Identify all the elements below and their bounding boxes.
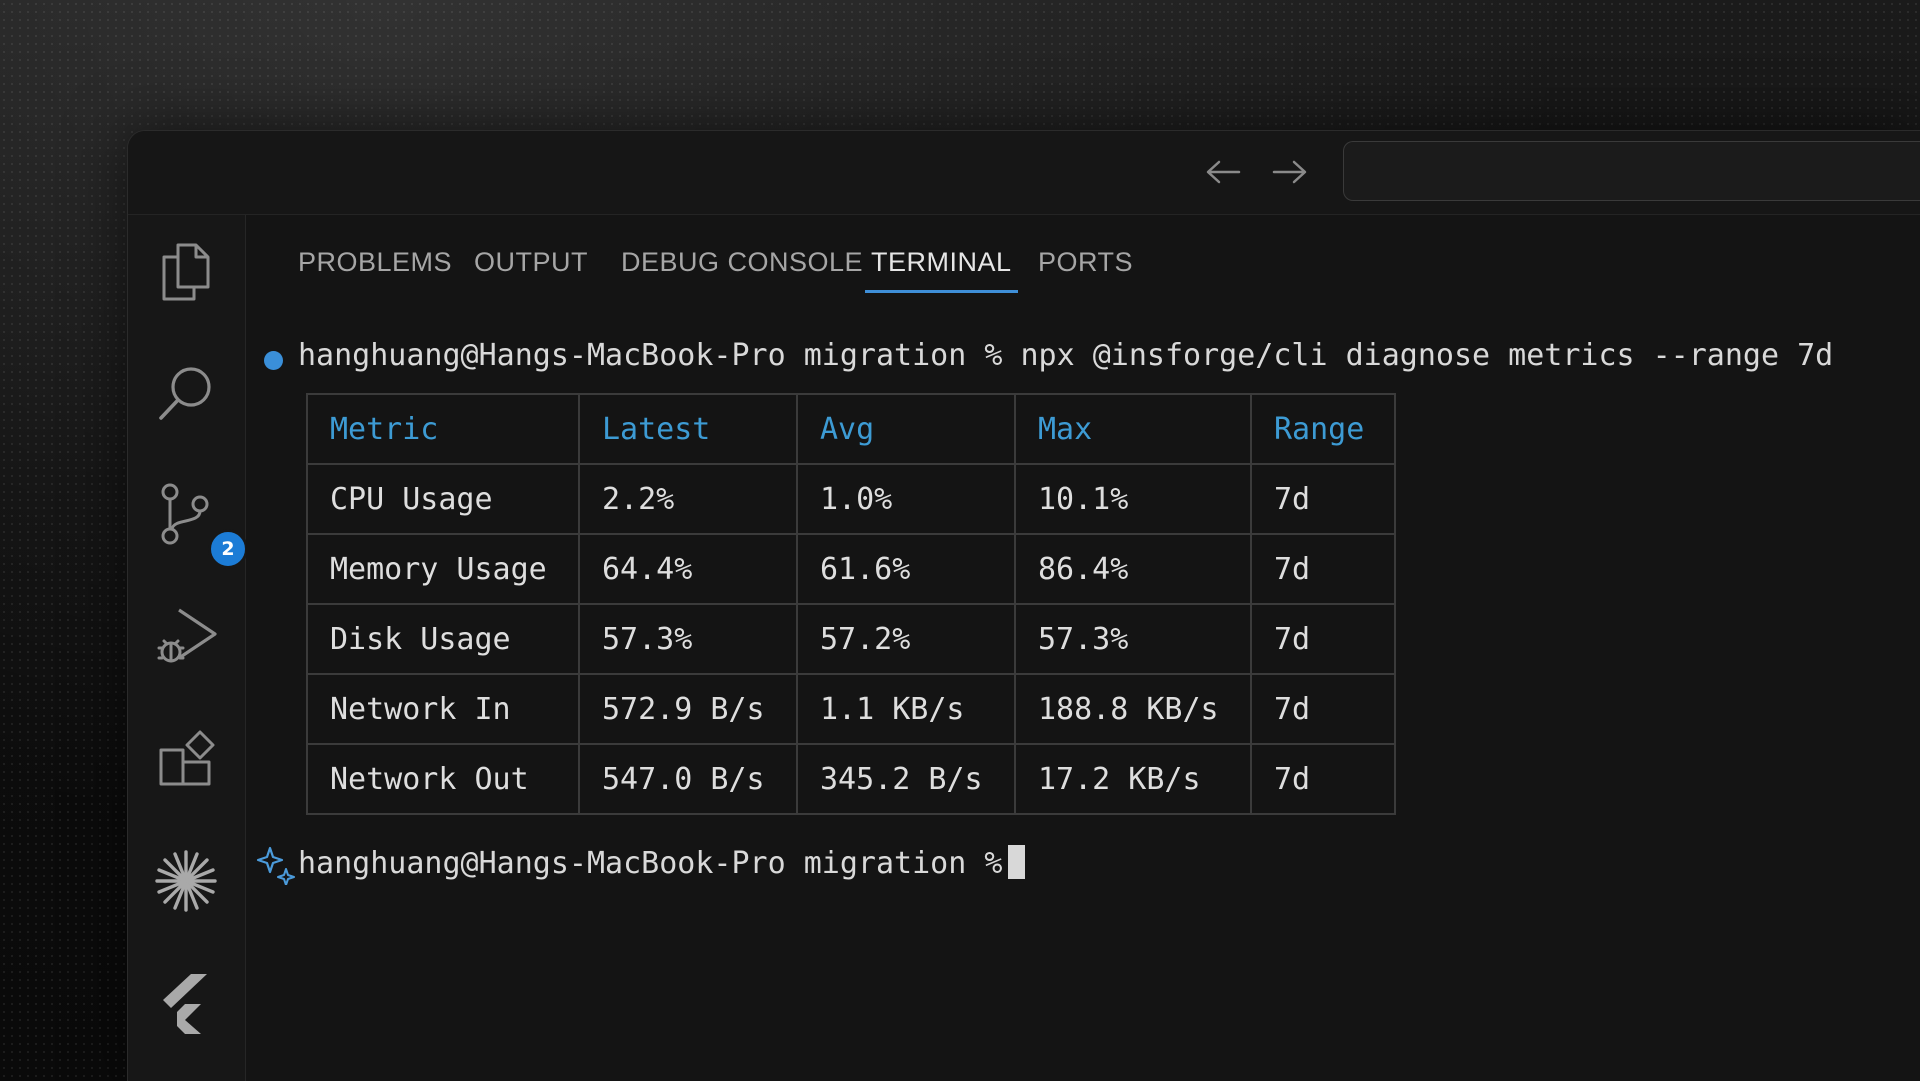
- column-header-avg: Avg: [797, 394, 1015, 464]
- terminal-prompt: hanghuang@Hangs-MacBook-Pro migration %: [298, 846, 1002, 881]
- forward-button[interactable]: [1265, 147, 1315, 197]
- terminal-prompt: hanghuang@Hangs-MacBook-Pro migration %: [298, 338, 1002, 373]
- source-control-badge: 2: [208, 529, 248, 569]
- search-button[interactable]: [150, 357, 222, 429]
- tab-ports[interactable]: PORTS: [1038, 247, 1133, 297]
- table-cell: 1.1 KB/s: [797, 674, 1015, 744]
- sparkle-burst-icon: [153, 848, 219, 914]
- run-debug-button[interactable]: [150, 601, 222, 673]
- table-cell: Network Out: [307, 744, 579, 814]
- table-cell: 7d: [1251, 674, 1395, 744]
- tab-problems[interactable]: PROBLEMS: [298, 247, 452, 297]
- explorer-button[interactable]: [150, 235, 222, 307]
- table-cell: 572.9 B/s: [579, 674, 797, 744]
- table-cell: 7d: [1251, 534, 1395, 604]
- source-control-icon: [154, 480, 218, 550]
- source-control-button[interactable]: 2: [150, 479, 222, 551]
- terminal-command: npx @insforge/cli diagnose metrics --ran…: [1020, 338, 1833, 373]
- table-cell: 57.3%: [579, 604, 797, 674]
- tab-debug-console[interactable]: DEBUG CONSOLE: [621, 247, 863, 297]
- table-cell: Memory Usage: [307, 534, 579, 604]
- sparkle-icon: [256, 845, 296, 885]
- table-cell: 2.2%: [579, 464, 797, 534]
- arrow-left-icon: [1205, 159, 1241, 185]
- table-cell: 57.2%: [797, 604, 1015, 674]
- table-cell: 188.8 KB/s: [1015, 674, 1251, 744]
- table-cell: 7d: [1251, 604, 1395, 674]
- ai-assistant-button[interactable]: [150, 845, 222, 917]
- metrics-table: Metric Latest Avg Max Range CPU Usage 2.…: [306, 393, 1396, 815]
- tab-output[interactable]: OUTPUT: [474, 247, 588, 297]
- table-row: Memory Usage 64.4% 61.6% 86.4% 7d: [307, 534, 1395, 604]
- flutter-icon: [155, 970, 217, 1036]
- table-cell: 17.2 KB/s: [1015, 744, 1251, 814]
- table-cell: 345.2 B/s: [797, 744, 1015, 814]
- extensions-button[interactable]: [150, 723, 222, 795]
- table-cell: 86.4%: [1015, 534, 1251, 604]
- bottom-panel: PROBLEMS OUTPUT DEBUG CONSOLE TERMINAL P…: [246, 215, 1920, 1081]
- table-cell: 1.0%: [797, 464, 1015, 534]
- table-cell: Network In: [307, 674, 579, 744]
- terminal-cursor: [1008, 845, 1025, 879]
- arrow-right-icon: [1272, 159, 1308, 185]
- files-icon: [156, 239, 216, 303]
- column-header-latest: Latest: [579, 394, 797, 464]
- flutter-button[interactable]: [150, 967, 222, 1039]
- editor-window: 2: [127, 130, 1920, 1081]
- table-cell: Disk Usage: [307, 604, 579, 674]
- table-cell: 7d: [1251, 744, 1395, 814]
- extensions-icon: [155, 728, 217, 790]
- panel-tabs: PROBLEMS OUTPUT DEBUG CONSOLE TERMINAL P…: [246, 215, 1920, 305]
- command-status-dot: [264, 351, 283, 370]
- run-debug-icon: [153, 604, 219, 670]
- tab-terminal[interactable]: TERMINAL: [871, 247, 1012, 297]
- table-cell: CPU Usage: [307, 464, 579, 534]
- table-cell: 547.0 B/s: [579, 744, 797, 814]
- command-center-search[interactable]: [1343, 141, 1920, 201]
- table-row: CPU Usage 2.2% 1.0% 10.1% 7d: [307, 464, 1395, 534]
- table-cell: 10.1%: [1015, 464, 1251, 534]
- activity-bar: 2: [128, 215, 246, 1081]
- table-row: Network Out 547.0 B/s 345.2 B/s 17.2 KB/…: [307, 744, 1395, 814]
- table-row: Network In 572.9 B/s 1.1 KB/s 188.8 KB/s…: [307, 674, 1395, 744]
- table-cell: 57.3%: [1015, 604, 1251, 674]
- search-icon: [155, 362, 217, 424]
- table-cell: 64.4%: [579, 534, 797, 604]
- table-cell: 61.6%: [797, 534, 1015, 604]
- table-row: Disk Usage 57.3% 57.2% 57.3% 7d: [307, 604, 1395, 674]
- title-bar: [128, 131, 1920, 215]
- column-header-max: Max: [1015, 394, 1251, 464]
- terminal-input-line[interactable]: hanghuang@Hangs-MacBook-Pro migration %: [298, 845, 1025, 881]
- back-button[interactable]: [1198, 147, 1248, 197]
- table-cell: 7d: [1251, 464, 1395, 534]
- terminal-command-line: hanghuang@Hangs-MacBook-Pro migration % …: [298, 338, 1833, 373]
- column-header-metric: Metric: [307, 394, 579, 464]
- column-header-range: Range: [1251, 394, 1395, 464]
- table-header-row: Metric Latest Avg Max Range: [307, 394, 1395, 464]
